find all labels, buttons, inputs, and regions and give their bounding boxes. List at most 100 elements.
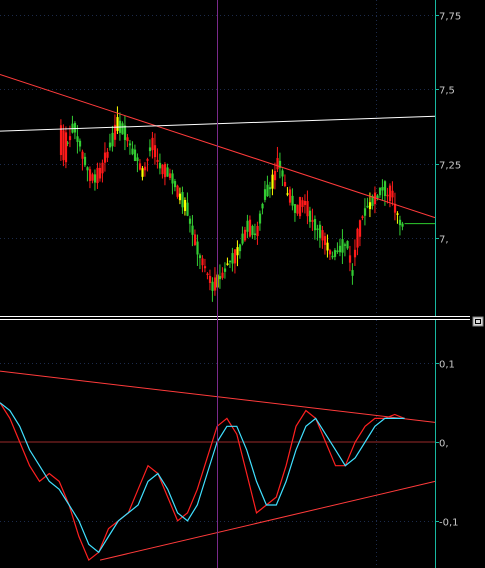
candle-body — [338, 245, 342, 253]
candle-body — [228, 260, 232, 263]
candle-body — [59, 125, 63, 156]
candle-body — [386, 194, 389, 197]
candle-body — [148, 147, 152, 152]
candle-body — [146, 159, 149, 161]
candle-body — [93, 174, 97, 183]
candle-body — [266, 184, 269, 197]
price-tick-label: 7,75 — [439, 12, 461, 23]
candle-body — [261, 203, 264, 209]
candle-body — [131, 148, 134, 155]
candle-body — [91, 174, 94, 181]
candle-body — [318, 224, 322, 238]
candle-body — [331, 255, 334, 258]
candle-body — [121, 123, 124, 135]
candle-body — [211, 281, 214, 291]
candle-body — [133, 149, 137, 162]
candle-body — [236, 247, 239, 256]
candle-body — [136, 157, 139, 162]
price-panel: 7, 7,25 7,5 7,75 — [0, 0, 461, 568]
candle-body — [221, 272, 224, 278]
candle-body — [258, 213, 262, 224]
candle-body — [64, 132, 68, 163]
candle-body — [68, 136, 72, 141]
candle-body — [378, 187, 382, 196]
candle-body — [276, 158, 279, 170]
candle-body — [186, 202, 189, 216]
candle-body — [101, 162, 104, 174]
candle-body — [358, 220, 362, 237]
candle-body — [241, 233, 244, 244]
candle-body — [71, 123, 74, 133]
price-candles — [59, 106, 404, 302]
candle-body — [398, 219, 402, 226]
candle-body — [268, 187, 272, 190]
candle-body — [381, 187, 384, 191]
candle-body — [273, 171, 277, 181]
candle-body — [251, 225, 254, 235]
oscillator-tick-label: 0,1 — [439, 360, 455, 371]
candle-body — [293, 204, 297, 213]
candle-body — [353, 249, 357, 258]
candle-body — [301, 200, 304, 207]
candle-body — [356, 228, 359, 248]
candle-body — [108, 142, 112, 148]
candle-body — [281, 170, 284, 177]
panel-resize-icon[interactable] — [472, 316, 484, 327]
candle-body — [341, 239, 344, 253]
candle-body — [173, 181, 177, 188]
candle-body — [263, 189, 267, 200]
candle-body — [231, 253, 234, 264]
candle-body — [198, 255, 202, 259]
candle-body — [138, 163, 142, 170]
candle-body — [188, 218, 192, 224]
candle-body — [98, 167, 102, 179]
candle-body — [201, 258, 204, 266]
candle-body — [313, 218, 317, 231]
candle-body — [96, 167, 99, 184]
candle-body — [191, 225, 194, 235]
candle-body — [156, 159, 159, 162]
candle-body — [343, 244, 347, 246]
candle-body — [153, 145, 157, 158]
candle-body — [351, 270, 354, 276]
candle-body — [368, 202, 372, 210]
candle-body — [86, 167, 89, 171]
candle-body — [383, 181, 387, 197]
candle-body — [328, 250, 332, 255]
candle-body — [388, 185, 392, 202]
candle-body — [223, 268, 227, 272]
candle-body — [116, 117, 119, 131]
candle-body — [141, 168, 144, 177]
candle-body — [238, 244, 242, 252]
candle-body — [176, 185, 179, 197]
candle-body — [346, 241, 349, 249]
candle-body — [401, 223, 404, 227]
candle-body — [336, 250, 339, 253]
candle-body — [361, 216, 364, 218]
candle-body — [316, 228, 319, 230]
candle-body — [128, 143, 132, 146]
oscillator-tick-label: -0,1 — [439, 518, 459, 529]
candle-body — [166, 167, 169, 177]
candle-body — [178, 193, 182, 201]
candle-body — [168, 173, 172, 178]
oscillator-axis: 0,1 0, -0,1 — [435, 360, 459, 529]
candle-body — [248, 219, 252, 237]
candle-body — [81, 151, 84, 159]
candle-body — [206, 273, 209, 276]
candle-body — [208, 275, 212, 283]
candle-body — [296, 204, 299, 214]
candle-body — [213, 277, 217, 291]
candle-body — [306, 201, 309, 217]
candle-body — [143, 166, 147, 171]
candle-body — [161, 164, 164, 175]
candle-body — [218, 276, 222, 280]
candle-body — [226, 263, 229, 265]
candle-body — [323, 236, 327, 245]
candle-body — [76, 136, 79, 142]
candle-body — [88, 169, 92, 181]
candle-body — [196, 241, 199, 255]
candle-body — [246, 220, 249, 232]
candle-body — [73, 123, 77, 133]
candle-body — [183, 199, 187, 211]
